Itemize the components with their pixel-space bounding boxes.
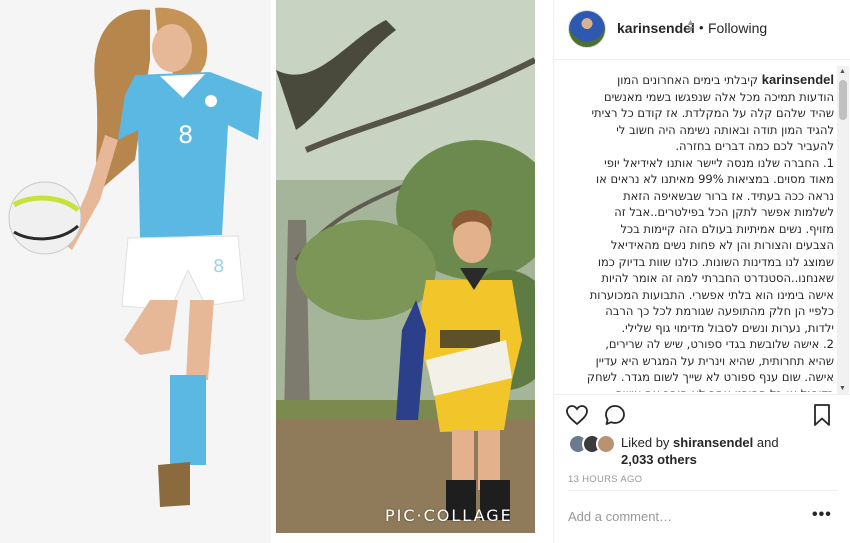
comment-bubble-icon[interactable]: [602, 402, 628, 428]
caption-line: מזויף. נשים אמיתיות בעולם הזה קיימות בכל: [620, 221, 834, 236]
author-avatar[interactable]: [568, 10, 606, 48]
footballer-photo: 8 8: [0, 0, 271, 543]
caption-line: הצבעים והצורות והן לא פחות נשים מהאידיאל: [610, 238, 834, 252]
following-button[interactable]: Following: [708, 20, 767, 36]
liked-prefix: Liked by: [621, 435, 674, 450]
liked-and: and: [753, 435, 779, 450]
young-player-photo: [276, 0, 535, 533]
heart-icon[interactable]: [564, 402, 590, 428]
more-options-icon[interactable]: •••: [812, 506, 832, 524]
caption-line: לשלמות אפשר לתקן הכל בפילטרים..אבל זה: [614, 205, 834, 219]
account-switch-icon[interactable]: ▲ ▼: [686, 18, 695, 34]
liker-avatar[interactable]: [596, 434, 616, 454]
young-player-illustration: [276, 0, 535, 533]
post-timestamp[interactable]: 13 HOURS AGO: [568, 474, 642, 485]
caption-line: להגיד המון תודה ובאותה נשימה היה חשוב לי: [616, 122, 834, 137]
scroll-down-arrow-icon[interactable]: ▼: [839, 385, 846, 392]
footballer-illustration: 8 8: [0, 0, 271, 543]
caption-line: מאוד מסוים. במציאות 99% מאיתנו לא נראים …: [596, 172, 834, 186]
caption-scrollbar[interactable]: ▲ ▼: [837, 66, 849, 394]
caption-line: קיבלתי בימים האחרונים המון: [617, 73, 759, 87]
caption-line: אישה. שום ענף ספורט לא שייך לשום מגדר. ל…: [586, 370, 834, 384]
post-panel: karinsendel ▲ ▼ • Following karinsendel ק…: [553, 0, 850, 543]
liked-others-link[interactable]: 2,033 others: [621, 452, 697, 467]
add-comment-input[interactable]: Add a comment…: [568, 509, 672, 524]
post-media[interactable]: 8 8 PIC·COLLAGE: [0, 0, 543, 543]
caption-line: כלפיי הן חלק מהתופעה שגורמת לכל כך הרבה: [605, 304, 834, 318]
svg-text:8: 8: [213, 256, 224, 277]
follow-separator: •: [699, 20, 704, 35]
caption-line: שהיא תחרותית, שהיא וינרית על המגרש היא ע…: [595, 353, 834, 368]
caption-line: 1. החברה שלנו מנסה ליישר אותנו לאידיאל י…: [604, 155, 834, 170]
post-header: karinsendel ▲ ▼ • Following: [554, 0, 850, 60]
bookmark-icon[interactable]: [809, 402, 835, 428]
caption-line: כדורגל או כל ספורט אחר לא הופך אף אישה: [615, 387, 834, 393]
caption-line: שהיד שלהם קלה על המקלדת. אז קודם כל רצית…: [591, 106, 834, 120]
comment-divider: [568, 490, 838, 491]
caption-line: שמוצג לנו במדינות השונות. כולנו שוות בדי…: [597, 254, 834, 269]
caption-line: שאנחנו..הסטנדרט החברתי למה זה אומר להיות: [601, 271, 834, 285]
caption-line: ילדות, נערות ונשים לסבול מדימוי גוף שליל…: [621, 320, 834, 335]
caption-line: אישה בימינו הוא בלתי אפשרי. התבועות המכו…: [589, 287, 834, 302]
collage-watermark: PIC·COLLAGE: [385, 506, 513, 525]
caption-username[interactable]: karinsendel: [762, 72, 834, 87]
scroll-up-arrow-icon[interactable]: ▲: [839, 68, 846, 75]
liked-by-summary: Liked by shiransendel and 2,033 others: [621, 434, 841, 468]
actions-divider: [554, 394, 850, 395]
scroll-thumb[interactable]: [839, 80, 847, 120]
post-caption: karinsendel קיבלתי בימים האחרונים המון הו…: [564, 72, 834, 392]
caption-line: 2. אישה שלובשת בגדי ספורט, שיש לה שרירים…: [605, 337, 834, 351]
caption-line: להעביר לכם כמה דברים בחזרה.: [675, 139, 834, 153]
svg-text:8: 8: [178, 121, 193, 149]
author-username[interactable]: karinsendel: [617, 20, 695, 36]
liked-by-avatars[interactable]: [568, 434, 618, 454]
liked-user-link[interactable]: shiransendel: [673, 435, 753, 450]
caption-line: נראה ככה בעתיד. אז ברור שבשאיפה הזאת: [623, 188, 834, 203]
caption-line: הודעות תמיכה מכל אלה שנפגשו בשמי מאנשים: [603, 89, 834, 104]
